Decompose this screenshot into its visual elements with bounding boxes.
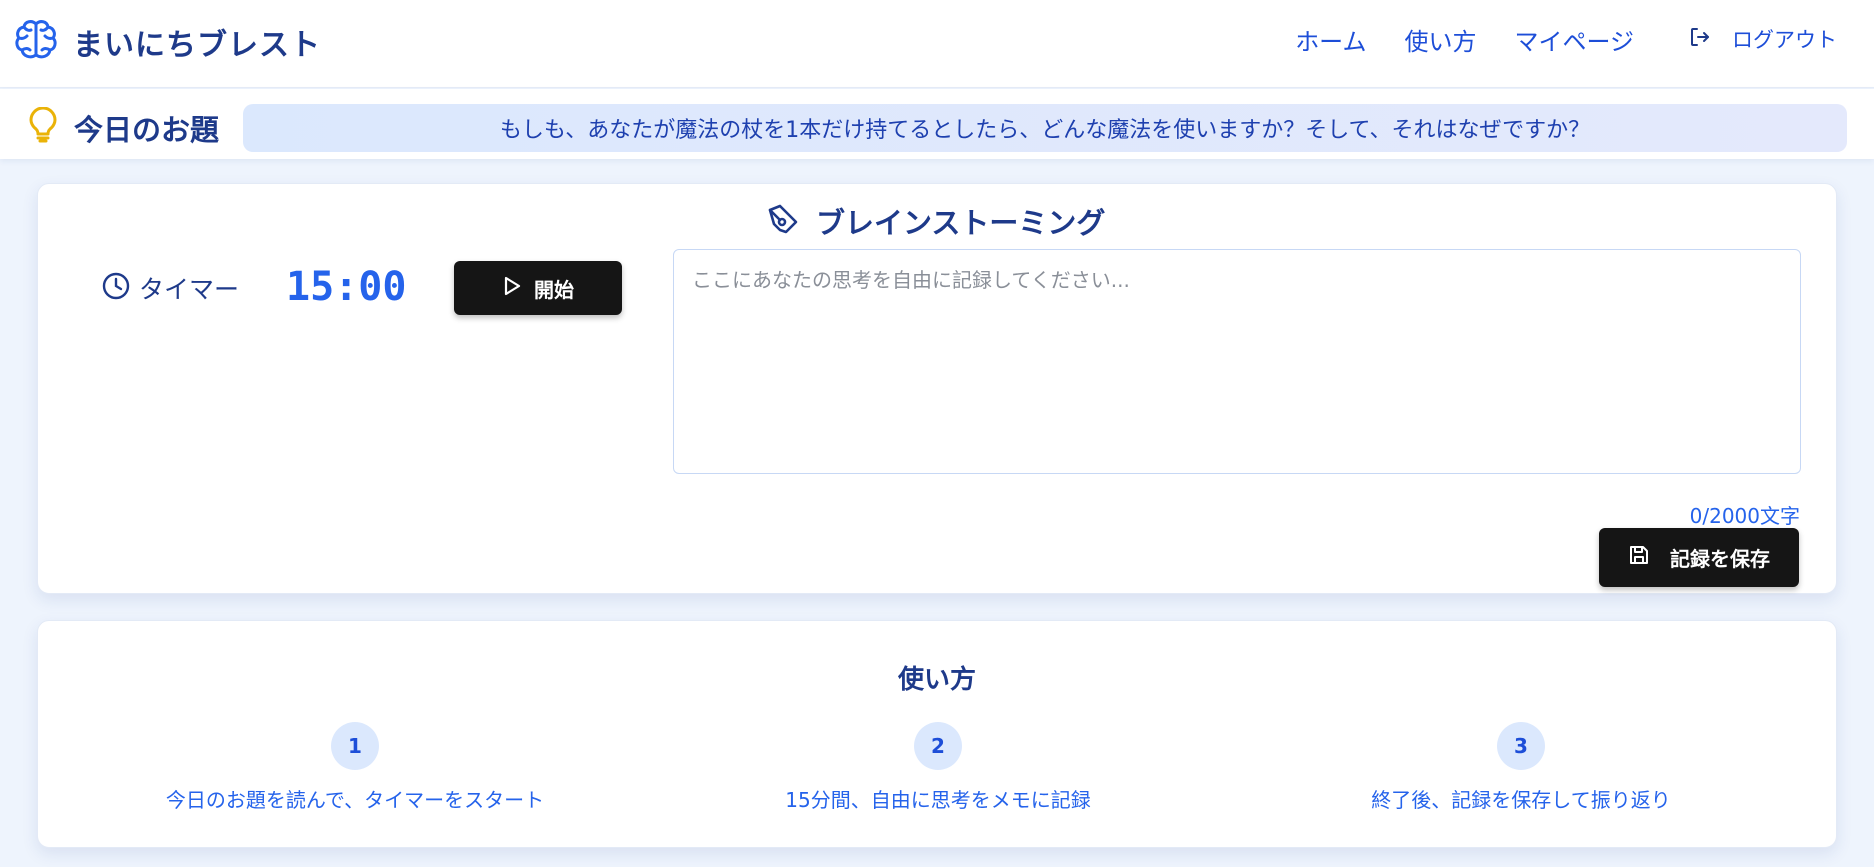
howto-title: 使い方 <box>897 665 976 695</box>
howto-step: 3 終了後、記録を保存して振り返り <box>1271 722 1771 813</box>
main-nav: ホーム 使い方 マイページ ログアウト <box>1295 0 1874 78</box>
start-button[interactable]: 開始 <box>454 261 622 315</box>
brainstorm-card: ブレインストーミング タイマー 15:00 開始 0/2000文字 <box>37 183 1837 594</box>
timer-label: タイマー <box>139 275 240 304</box>
step-number: 1 <box>331 722 379 770</box>
step-number: 2 <box>914 722 962 770</box>
brain-icon <box>13 17 59 67</box>
howto-step: 2 15分間、自由に思考をメモに記録 <box>688 722 1188 813</box>
topic-bar: 今日のお題 もしも、あなたが魔法の杖を1本だけ持てるとしたら、どんな魔法を使いま… <box>0 89 1874 159</box>
char-count: 0/2000文字 <box>1689 504 1800 528</box>
pen-tool-icon <box>766 202 800 240</box>
howto-step: 1 今日のお題を読んで、タイマーをスタート <box>105 722 605 813</box>
logout-button[interactable]: ログアウト <box>1688 24 1837 54</box>
timer-display: 15:00 <box>286 264 407 310</box>
app-title: まいにちブレスト <box>73 28 321 63</box>
play-icon <box>502 275 522 302</box>
brainstorm-header: ブレインストーミング <box>766 200 1105 242</box>
logout-label: ログアウト <box>1732 28 1837 52</box>
brainstorm-title: ブレインストーミング <box>816 206 1106 240</box>
save-button-label: 記録を保存 <box>1670 547 1770 571</box>
save-button[interactable]: 記録を保存 <box>1599 528 1799 587</box>
lightbulb-icon <box>28 106 58 147</box>
logout-icon <box>1688 25 1712 53</box>
nav-item-mypage[interactable]: マイページ <box>1514 22 1634 57</box>
logo[interactable]: まいにちブレスト <box>13 17 321 67</box>
step-text: 終了後、記録を保存して振り返り <box>1371 788 1671 812</box>
step-text: 今日のお題を読んで、タイマーをスタート <box>165 788 545 812</box>
start-button-label: 開始 <box>534 277 574 302</box>
save-icon <box>1628 544 1650 571</box>
nav-item-home[interactable]: ホーム <box>1295 22 1366 57</box>
step-text: 15分間、自由に思考をメモに記録 <box>785 788 1091 812</box>
nav-item-howto[interactable]: 使い方 <box>1404 22 1476 57</box>
timer-label-group: タイマー <box>101 270 239 306</box>
app-header: まいにちブレスト ホーム 使い方 マイページ ログアウト <box>0 0 1874 88</box>
topic-text: もしも、あなたが魔法の杖を1本だけ持てるとしたら、どんな魔法を使いますか？そして… <box>243 104 1847 152</box>
step-number: 3 <box>1497 722 1545 770</box>
howto-card: 使い方 1 今日のお題を読んで、タイマーをスタート 2 15分間、自由に思考をメ… <box>37 620 1837 848</box>
topic-heading: 今日のお題 <box>74 113 220 147</box>
clock-icon <box>101 271 131 305</box>
memo-textarea[interactable] <box>673 249 1801 474</box>
